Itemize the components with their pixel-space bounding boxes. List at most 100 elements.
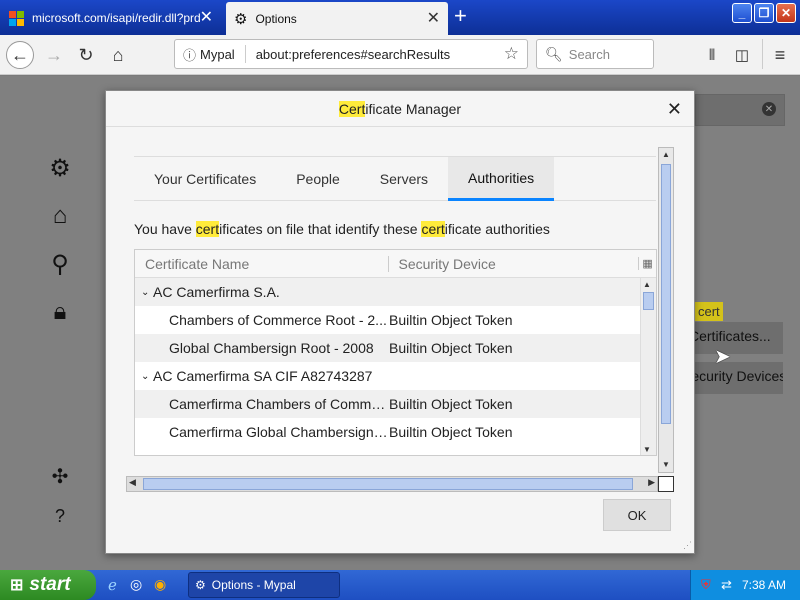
tab-authorities[interactable]: Authorities — [448, 157, 555, 201]
reload-button[interactable]: ↻ — [72, 41, 100, 69]
cert-name: AC Camerfirma SA CIF A82743287 — [153, 368, 373, 384]
microsoft-logo-icon — [9, 10, 24, 26]
desc-text: You have — [134, 221, 196, 237]
tab-options[interactable]: ⚙ Options ✕ — [226, 2, 448, 35]
ie-icon[interactable]: ℯ — [108, 576, 117, 594]
cert-name: Camerfirma Global Chambersign R... — [169, 424, 389, 440]
divider — [244, 45, 246, 63]
start-button[interactable]: ⊞ start — [0, 570, 96, 600]
windows-logo-icon: ⊞ — [10, 577, 24, 594]
resize-grip-icon[interactable]: ⋰ — [683, 540, 692, 551]
scroll-right-icon[interactable]: ▶ — [648, 477, 655, 488]
scroll-up-icon[interactable]: ▲ — [660, 150, 672, 160]
chevron-down-icon[interactable]: ⌄ — [141, 287, 149, 298]
close-dialog-icon[interactable]: ✕ — [667, 99, 682, 120]
cert-name: AC Camerfirma S.A. — [153, 284, 280, 300]
firefox-icon[interactable]: ◉ — [154, 576, 166, 593]
scroll-thumb[interactable] — [143, 478, 633, 490]
url-text[interactable]: about:preferences#searchResults — [256, 47, 450, 62]
menu-icon[interactable]: ≡ — [766, 41, 794, 69]
sidebar-icon[interactable]: ◫ — [728, 41, 756, 69]
scroll-down-icon[interactable]: ▼ — [660, 460, 672, 470]
close-tab-icon[interactable]: ✕ — [427, 10, 440, 27]
restore-button[interactable]: ❐ — [754, 3, 774, 23]
puzzle-icon[interactable]: ✣ — [46, 462, 74, 490]
tree-row[interactable]: Camerfirma Global Chambersign R... Built… — [135, 418, 640, 446]
scroll-up-icon[interactable]: ▲ — [643, 280, 651, 289]
tree-rows: ⌄ AC Camerfirma S.A. Chambers of Commerc… — [135, 278, 656, 446]
search-icon[interactable]: ⚲ — [46, 250, 74, 278]
column-certificate-name[interactable]: Certificate Name — [135, 255, 389, 272]
clock: 7:38 AM — [741, 578, 786, 592]
certificate-manager-dialog: Cert ificate Manager ✕ ▲ ▼ Your Certifica… — [105, 90, 695, 554]
close-tab-icon[interactable]: ✕ — [200, 10, 213, 26]
home-button[interactable]: ⌂ — [104, 41, 132, 69]
scroll-corner — [658, 476, 674, 492]
cert-device: Builtin Object Token — [389, 312, 513, 328]
scroll-down-icon[interactable]: ▼ — [643, 445, 651, 454]
tree-group-row[interactable]: ⌄ AC Camerfirma S.A. — [135, 278, 640, 306]
back-button[interactable]: ← — [6, 41, 34, 69]
chevron-down-icon[interactable]: ⌄ — [141, 371, 149, 382]
cert-name: Camerfirma Chambers of Comme... — [169, 396, 389, 412]
minimize-button[interactable]: _ — [732, 3, 752, 23]
new-tab-button[interactable]: + — [454, 4, 467, 28]
mouse-cursor-icon: ➤ — [714, 346, 731, 368]
cert-device: Builtin Object Token — [389, 396, 513, 412]
info-icon[interactable]: ⓘ — [183, 45, 196, 64]
url-bar[interactable]: ⓘ Mypal about:preferences#searchResults … — [174, 39, 528, 69]
security-alert-icon[interactable]: ⛨ — [701, 577, 711, 593]
gear-icon[interactable]: ⚙ — [46, 154, 74, 182]
tree-row[interactable]: Camerfirma Chambers of Comme... Builtin … — [135, 390, 640, 418]
cert-device: Builtin Object Token — [389, 340, 513, 356]
bookmark-star-icon[interactable]: ☆ — [504, 44, 519, 64]
forward-button[interactable]: → — [40, 41, 68, 69]
title-text: ificate Manager — [365, 100, 462, 117]
home-icon[interactable]: ⌂ — [46, 202, 74, 230]
divider — [762, 39, 763, 69]
help-icon[interactable]: ? — [46, 502, 74, 530]
cert-name: Global Chambersign Root - 2008 — [169, 340, 374, 356]
tab-title: Options — [255, 11, 297, 26]
close-window-button[interactable]: ✕ — [776, 3, 796, 23]
search-bar[interactable]: 🔍︎ Search — [536, 39, 654, 69]
tree-scrollbar[interactable]: ▲ ▼ — [640, 278, 656, 455]
task-label: Options - Mypal — [211, 578, 296, 592]
tab-strip: microsoft.com/isapi/redir.dll?prd=... ✕ … — [0, 0, 800, 35]
lock-icon[interactable]: 🔒︎ — [46, 298, 74, 326]
search-highlight: cert — [695, 302, 723, 321]
tree-row[interactable]: Global Chambersign Root - 2008 Builtin O… — [135, 334, 640, 362]
tab-people[interactable]: People — [276, 157, 360, 201]
start-label: start — [29, 574, 71, 595]
tab-servers[interactable]: Servers — [360, 157, 448, 201]
column-security-device[interactable]: Security Device — [389, 256, 639, 272]
certificate-tabs: Your Certificates People Servers Authori… — [134, 156, 656, 201]
ok-button[interactable]: OK — [603, 499, 671, 531]
certificate-tree[interactable]: Certificate Name Security Device ▦ ⌄ AC … — [134, 249, 657, 456]
tree-group-row[interactable]: ⌄ AC Camerfirma SA CIF A82743287 — [135, 362, 640, 390]
search-placeholder: Search — [568, 46, 610, 62]
media-icon[interactable]: ◎ — [130, 576, 142, 593]
clear-search-icon[interactable]: ✕ — [762, 102, 776, 116]
tree-row[interactable]: Chambers of Commerce Root - 2... Builtin… — [135, 306, 640, 334]
column-picker-icon[interactable]: ▦ — [638, 257, 656, 270]
certificates-button[interactable]: Certificates... — [695, 322, 783, 354]
desc-text: ificate authorities — [444, 221, 550, 237]
tab-your-certificates[interactable]: Your Certificates — [134, 157, 276, 201]
desc-highlight: cert — [195, 221, 220, 237]
system-tray: ⛨ ⇄ 7:38 AM — [690, 570, 800, 600]
taskbar-item-options[interactable]: ⚙ Options - Mypal — [188, 572, 340, 598]
scroll-thumb[interactable] — [643, 292, 654, 310]
scroll-thumb[interactable] — [661, 164, 671, 424]
authorities-description: You have certificates on file that ident… — [134, 221, 550, 237]
network-icon[interactable]: ⇄ — [721, 577, 732, 593]
tree-header: Certificate Name Security Device ▦ — [135, 250, 656, 278]
security-devices-button[interactable]: Security Devices... — [695, 362, 783, 394]
scroll-left-icon[interactable]: ◀ — [129, 477, 136, 488]
dialog-horizontal-scrollbar[interactable]: ◀ ▶ — [126, 476, 658, 492]
options-search-input[interactable]: ✕ — [695, 94, 785, 126]
library-icon[interactable]: ⫴ — [698, 41, 726, 69]
title-highlight: Cert — [338, 100, 366, 117]
dialog-vertical-scrollbar[interactable]: ▲ ▼ — [658, 147, 674, 473]
tab-microsoft[interactable]: microsoft.com/isapi/redir.dll?prd=... ✕ — [3, 3, 221, 33]
